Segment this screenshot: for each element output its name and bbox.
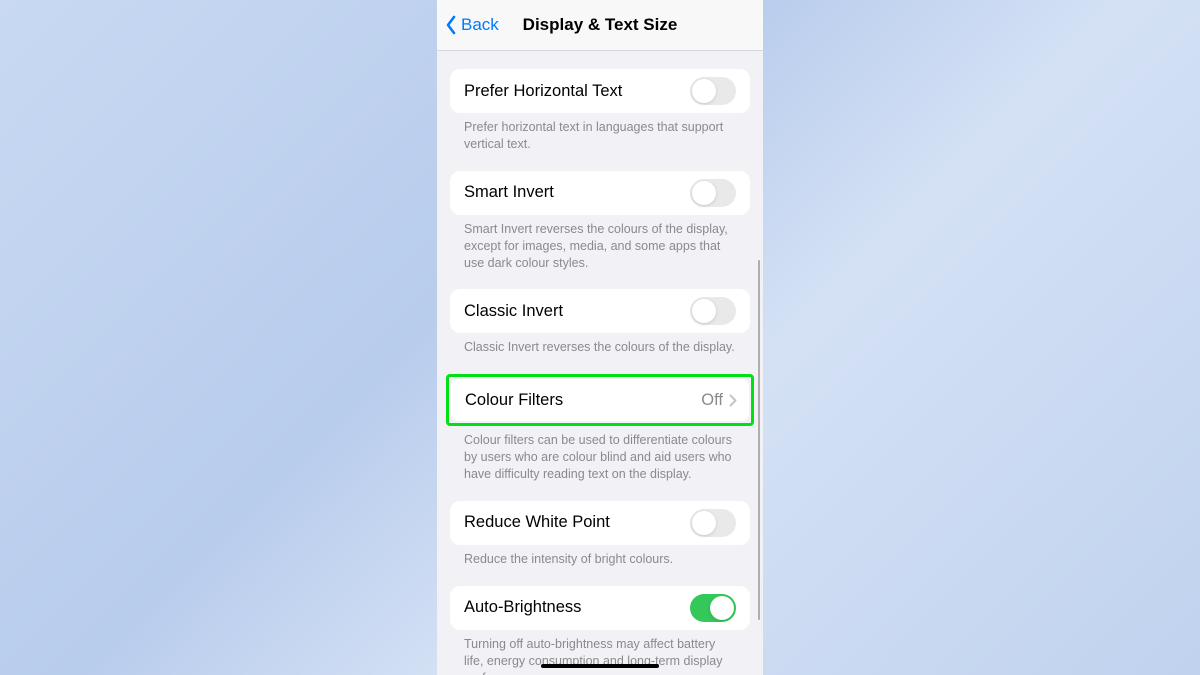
phone-frame: Back Display & Text Size Prefer Horizont… (437, 0, 763, 675)
label-colour-filters: Colour Filters (465, 391, 563, 410)
toggle-prefer-horizontal[interactable] (690, 77, 736, 105)
toggle-knob (710, 596, 734, 620)
toggle-auto-brightness[interactable] (690, 594, 736, 622)
scrollbar-thumb[interactable] (758, 260, 761, 620)
toggle-knob (692, 299, 716, 323)
toggle-classic-invert[interactable] (690, 297, 736, 325)
toggle-knob (692, 79, 716, 103)
section-auto-brightness: Auto-Brightness Turning off auto-brightn… (450, 586, 750, 675)
row-smart-invert[interactable]: Smart Invert (450, 171, 750, 215)
nav-right: Off (701, 391, 737, 410)
label-smart-invert: Smart Invert (464, 183, 554, 202)
label-reduce-white-point: Reduce White Point (464, 513, 610, 532)
caption-prefer-horizontal: Prefer horizontal text in languages that… (450, 113, 750, 153)
toggle-smart-invert[interactable] (690, 179, 736, 207)
chevron-right-icon (729, 394, 737, 407)
page-title: Display & Text Size (523, 15, 678, 35)
home-indicator[interactable] (541, 664, 659, 669)
section-classic-invert: Classic Invert Classic Invert reverses t… (450, 289, 750, 356)
section-reduce-white-point: Reduce White Point Reduce the intensity … (450, 501, 750, 568)
toggle-knob (692, 181, 716, 205)
content-scroll[interactable]: Prefer Horizontal Text Prefer horizontal… (437, 51, 763, 675)
back-label: Back (461, 15, 499, 35)
back-button[interactable]: Back (445, 15, 499, 35)
value-colour-filters: Off (701, 391, 723, 410)
caption-reduce-white-point: Reduce the intensity of bright colours. (450, 545, 750, 568)
caption-classic-invert: Classic Invert reverses the colours of t… (450, 333, 750, 356)
caption-smart-invert: Smart Invert reverses the colours of the… (450, 215, 750, 272)
caption-auto-brightness: Turning off auto-brightness may affect b… (450, 630, 750, 675)
row-auto-brightness[interactable]: Auto-Brightness (450, 586, 750, 630)
caption-colour-filters: Colour filters can be used to differenti… (450, 426, 750, 483)
chevron-left-icon (445, 15, 457, 35)
toggle-knob (692, 511, 716, 535)
row-classic-invert[interactable]: Classic Invert (450, 289, 750, 333)
section-prefer-horizontal: Prefer Horizontal Text Prefer horizontal… (450, 69, 750, 153)
section-colour-filters: Colour Filters Off Colour filters can be… (450, 374, 750, 483)
row-prefer-horizontal[interactable]: Prefer Horizontal Text (450, 69, 750, 113)
highlight-box: Colour Filters Off (446, 374, 754, 426)
toggle-reduce-white-point[interactable] (690, 509, 736, 537)
row-reduce-white-point[interactable]: Reduce White Point (450, 501, 750, 545)
label-auto-brightness: Auto-Brightness (464, 598, 581, 617)
section-smart-invert: Smart Invert Smart Invert reverses the c… (450, 171, 750, 272)
row-colour-filters[interactable]: Colour Filters Off (451, 379, 749, 421)
label-classic-invert: Classic Invert (464, 302, 563, 321)
nav-header: Back Display & Text Size (437, 0, 763, 51)
label-prefer-horizontal: Prefer Horizontal Text (464, 82, 622, 101)
